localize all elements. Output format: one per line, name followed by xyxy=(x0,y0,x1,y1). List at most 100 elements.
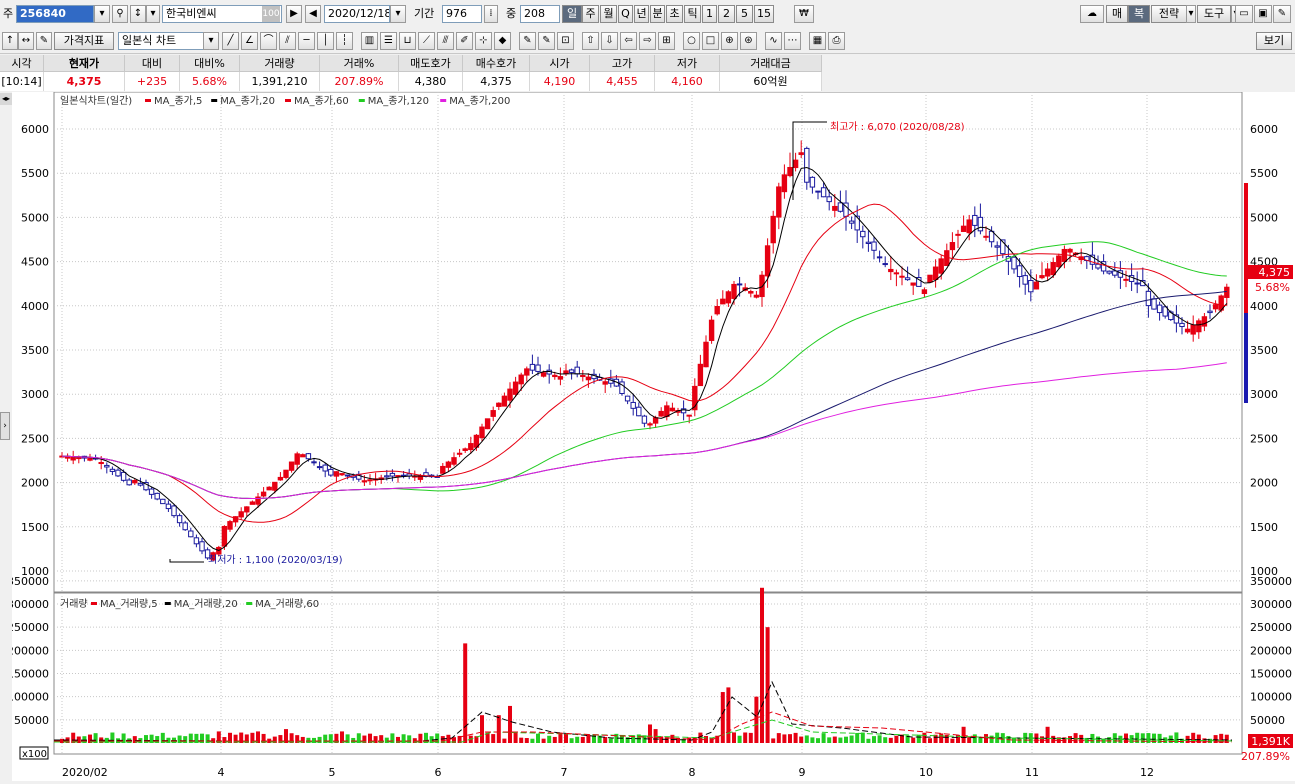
buy-button[interactable]: 매 xyxy=(1106,5,1128,23)
drawing-tool-icon-3[interactable]: ⫽ xyxy=(279,32,296,50)
timeframe-button-4[interactable]: 년 xyxy=(634,5,649,23)
candle-body xyxy=(451,457,457,465)
drawing-tool-icon-17[interactable]: ⊡ xyxy=(557,32,574,50)
drawing-tool-icon-30[interactable]: ⎙ xyxy=(828,32,845,50)
timeframe-button-1[interactable]: 주 xyxy=(582,5,599,23)
drawing-tool-icon-15[interactable]: ✎ xyxy=(519,32,536,50)
drawing-tool-icon-13[interactable]: ⊹ xyxy=(475,32,492,50)
date-dropdown-icon[interactable]: ▾ xyxy=(390,5,406,23)
drawing-tool-icon-24[interactable]: □ xyxy=(702,32,719,50)
candle-body xyxy=(669,407,676,412)
drawing-tool-icon-12[interactable]: ✐ xyxy=(456,32,473,50)
drawing-tool-icon-23[interactable]: ○ xyxy=(683,32,700,50)
drawing-tool-icon-29[interactable]: ▦ xyxy=(809,32,826,50)
chart-type-dropdown-icon[interactable]: ▾ xyxy=(203,32,219,50)
mid-input[interactable]: 208 xyxy=(520,5,560,23)
price-range-blue-bar xyxy=(1244,313,1248,403)
drawing-tool-icon-6[interactable]: ┆ xyxy=(336,32,353,50)
candle-body xyxy=(624,395,631,402)
drawing-tool-icon-11[interactable]: ⫻ xyxy=(437,32,454,50)
chart-settings-icon[interactable]: ₩ xyxy=(794,5,814,23)
timeframe-button-8[interactable]: 1 xyxy=(702,5,717,23)
candle-body xyxy=(602,381,608,385)
quote-header-4: 거래량 xyxy=(240,55,320,72)
name-suffix: 100 xyxy=(262,6,280,22)
price-y-tick-right-1: 5500 xyxy=(1250,167,1278,180)
drawing-tool-icon-9[interactable]: ⊔ xyxy=(399,32,416,50)
drawing-tool-icon-27[interactable]: ∿ xyxy=(765,32,782,50)
prev-play-icon[interactable]: ◀ xyxy=(305,5,321,23)
drawing-tool-icon-2[interactable]: ⌒ xyxy=(260,32,277,50)
candle-body xyxy=(176,515,183,524)
volume-bar xyxy=(648,724,652,743)
view-button[interactable]: 보기 xyxy=(1256,32,1292,50)
wrench-icon[interactable]: ✎ xyxy=(1273,5,1291,23)
drawing-tool-icon-22[interactable]: ⊞ xyxy=(658,32,675,50)
candle-body xyxy=(160,498,166,505)
drawing-tool-icon-28[interactable]: ⋯ xyxy=(784,32,801,50)
timeframe-button-11[interactable]: 15 xyxy=(754,5,774,23)
drawing-tool-icon-16[interactable]: ✎ xyxy=(538,32,555,50)
strategy-button[interactable]: 전략 xyxy=(1151,5,1187,23)
quote-value-8: 4,190 xyxy=(530,72,590,91)
tools-button[interactable]: 도구 xyxy=(1197,5,1231,23)
drawing-tool-icon-1[interactable]: ∠ xyxy=(241,32,258,50)
timeframe-button-0[interactable]: 일 xyxy=(562,5,582,23)
horizontal-arrows-icon[interactable]: ↔ xyxy=(18,32,34,50)
sort-icon[interactable]: ↕ xyxy=(130,5,146,23)
timeframe-button-9[interactable]: 2 xyxy=(718,5,735,23)
panel-toggle-icon[interactable]: › xyxy=(0,412,10,440)
timeframe-button-2[interactable]: 월 xyxy=(600,5,617,23)
timeframe-button-6[interactable]: 초 xyxy=(666,5,683,23)
volume-bar xyxy=(849,735,854,743)
volume-bar xyxy=(989,735,994,743)
price-y-tick-right-7: 2500 xyxy=(1250,432,1278,445)
candle-body xyxy=(227,521,233,530)
drawing-tool-icon-0[interactable]: ╱ xyxy=(222,32,239,50)
candle-body xyxy=(1151,298,1157,310)
candle-body xyxy=(76,457,82,460)
candle-body xyxy=(322,464,328,472)
date-input[interactable]: 2020/12/18 xyxy=(324,5,390,23)
candle-body xyxy=(1190,324,1196,335)
drawing-tool-icon-4[interactable]: ─ xyxy=(298,32,315,50)
chart-svg[interactable]: 6000 60005500 55005000 50004500 45004000 4000… xyxy=(7,91,1295,781)
open-folder-icon[interactable]: ▭ xyxy=(1235,5,1253,23)
cloud-icon[interactable]: ☁ xyxy=(1080,5,1104,23)
drawing-tool-icon-10[interactable]: ⟋ xyxy=(418,32,435,50)
drawing-tool-icon-5[interactable]: │ xyxy=(317,32,334,50)
stock-code-input[interactable]: 256840 xyxy=(16,5,94,23)
search-icon[interactable]: ⚲ xyxy=(112,5,128,23)
edit-icon[interactable]: ✎ xyxy=(36,32,52,50)
candle-body xyxy=(361,480,368,483)
drawing-tool-icon-25[interactable]: ⊕ xyxy=(721,32,738,50)
candle-body xyxy=(367,479,373,482)
chart-area[interactable]: 6000 6000 5500 5500 5000 5000 4500 4500 4000 4000… xyxy=(7,91,1295,781)
drawing-tool-icon-14[interactable]: ◆ xyxy=(494,32,511,50)
price-y-tick-left-0: 6000 xyxy=(21,123,49,136)
indicator-button[interactable]: 가격지표 xyxy=(54,32,114,50)
compound-button[interactable]: 복 xyxy=(1128,5,1150,23)
code-dropdown-icon[interactable]: ▾ xyxy=(94,5,110,23)
sort-dropdown-icon[interactable]: ▾ xyxy=(146,5,160,23)
drawing-tool-icon-20[interactable]: ⇦ xyxy=(620,32,637,50)
save-icon[interactable]: ▣ xyxy=(1254,5,1272,23)
timeframe-button-10[interactable]: 5 xyxy=(736,5,753,23)
drawing-tool-icon-19[interactable]: ⇩ xyxy=(601,32,618,50)
up-arrow-icon[interactable]: ↑ xyxy=(2,32,18,50)
timeframe-button-3[interactable]: Q xyxy=(618,5,633,23)
chart-type-select[interactable]: 일본식 차트 xyxy=(118,32,204,50)
timeframe-button-5[interactable]: 분 xyxy=(650,5,665,23)
volume-legend-item-1: MA_거래량,20 xyxy=(174,598,238,610)
period-input[interactable]: 976 xyxy=(442,5,482,23)
drawing-tool-icon-7[interactable]: ▥ xyxy=(361,32,378,50)
period-grid-icon[interactable]: ⁞ xyxy=(484,5,498,23)
drawing-tool-icon-21[interactable]: ⇨ xyxy=(639,32,656,50)
drawing-tool-icon-26[interactable]: ⊛ xyxy=(740,32,757,50)
scroll-left-icon[interactable]: ◂▸ xyxy=(0,93,12,105)
strategy-dropdown-icon[interactable]: ▾ xyxy=(1186,5,1196,23)
timeframe-button-7[interactable]: 틱 xyxy=(684,5,701,23)
drawing-tool-icon-8[interactable]: ☰ xyxy=(380,32,397,50)
next-play-icon[interactable]: ▶ xyxy=(286,5,302,23)
drawing-tool-icon-18[interactable]: ⇧ xyxy=(582,32,599,50)
